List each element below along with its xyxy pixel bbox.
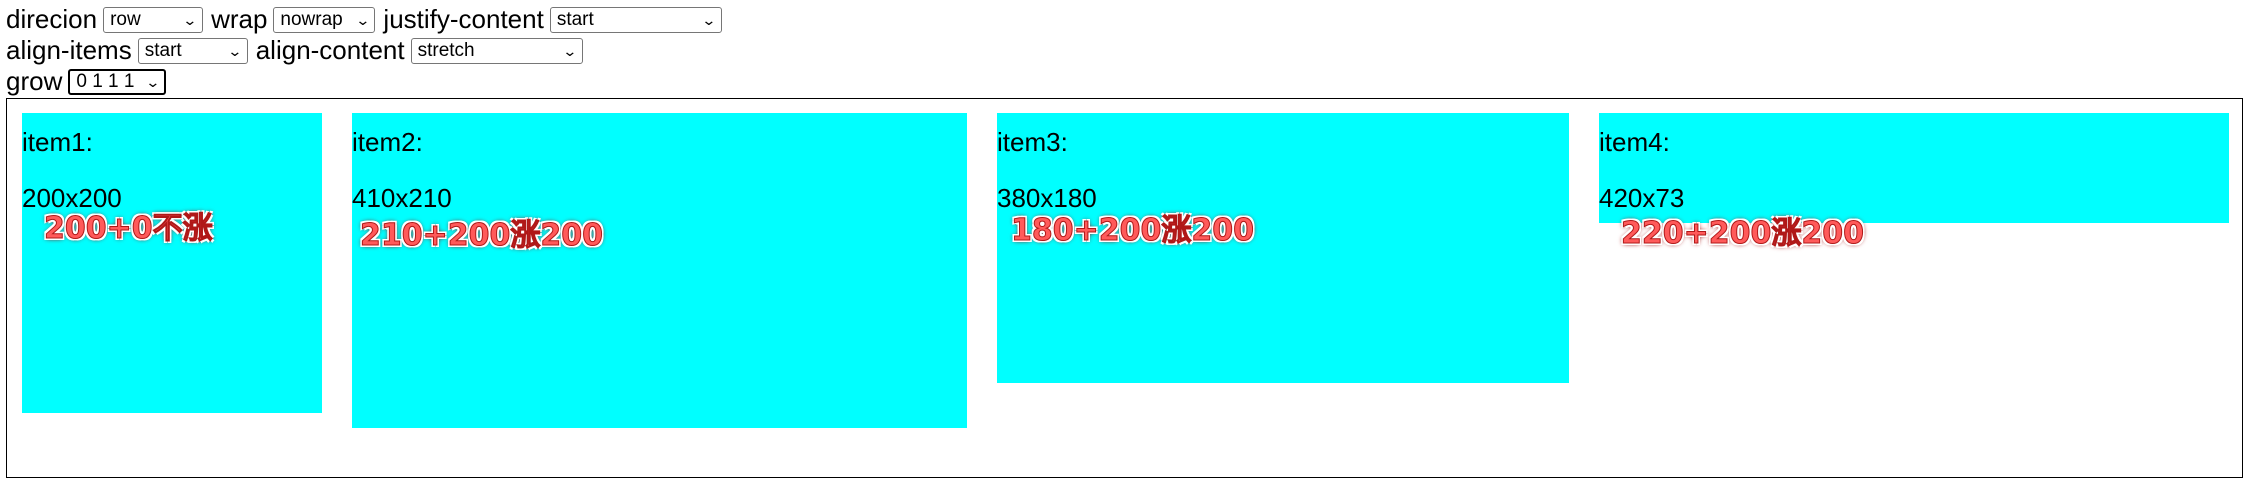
grow-label: grow	[6, 66, 63, 96]
flex-item-1: item1: 200x200	[22, 113, 322, 413]
justify-content-select[interactable]: start ⌄	[549, 6, 722, 33]
align-content-label: align-content	[255, 35, 405, 65]
chevron-down-icon: ⌄	[227, 42, 243, 59]
direction-select[interactable]: row ⌄	[103, 6, 204, 33]
flex-controls-panel: direcion row ⌄ wrap nowrap ⌄ justify-con…	[6, 4, 730, 97]
justify-content-label: justify-content	[383, 4, 544, 34]
grow-select-value: 0 1 1 1	[76, 70, 135, 92]
align-content-select-value: stretch	[417, 39, 475, 61]
controls-row-1: direcion row ⌄ wrap nowrap ⌄ justify-con…	[6, 4, 730, 35]
chevron-down-icon: ⌄	[144, 73, 161, 90]
flex-item-2: item2: 410x210	[352, 113, 967, 428]
align-items-label: align-items	[6, 35, 132, 65]
item-name: item1:	[22, 127, 93, 157]
wrap-label: wrap	[211, 4, 268, 34]
grow-select[interactable]: 0 1 1 1 ⌄	[68, 68, 167, 95]
item1-annotation: 200+0不涨	[44, 211, 214, 247]
align-items-select[interactable]: start ⌄	[137, 37, 248, 64]
item2-annotation: 210+200涨200	[359, 218, 604, 254]
item4-annotation: 220+200涨200	[1620, 216, 1865, 252]
flex-item-4: item4: 420x73	[1599, 113, 2229, 223]
direction-label: direcion	[6, 4, 98, 34]
item-name: item4:	[1599, 127, 1670, 157]
align-items-select-value: start	[144, 39, 182, 61]
wrap-select-value: nowrap	[280, 8, 343, 30]
item3-annotation: 180+200涨200	[1010, 213, 1255, 249]
justify-content-select-value: start	[556, 8, 594, 30]
chevron-down-icon: ⌄	[562, 42, 578, 59]
direction-select-value: row	[110, 8, 141, 30]
controls-row-2: align-items start ⌄ align-content stretc…	[6, 35, 730, 66]
flex-container: item1: 200x200 item2: 410x210 item3: 380…	[6, 98, 2243, 478]
chevron-down-icon: ⌄	[354, 11, 371, 28]
align-content-select[interactable]: stretch ⌄	[410, 37, 583, 64]
wrap-select[interactable]: nowrap ⌄	[273, 6, 376, 33]
controls-row-3: grow 0 1 1 1 ⌄	[6, 66, 730, 97]
item-name: item3:	[997, 127, 1068, 157]
chevron-down-icon: ⌄	[701, 11, 717, 28]
chevron-down-icon: ⌄	[182, 11, 198, 28]
item-name: item2:	[352, 127, 423, 157]
